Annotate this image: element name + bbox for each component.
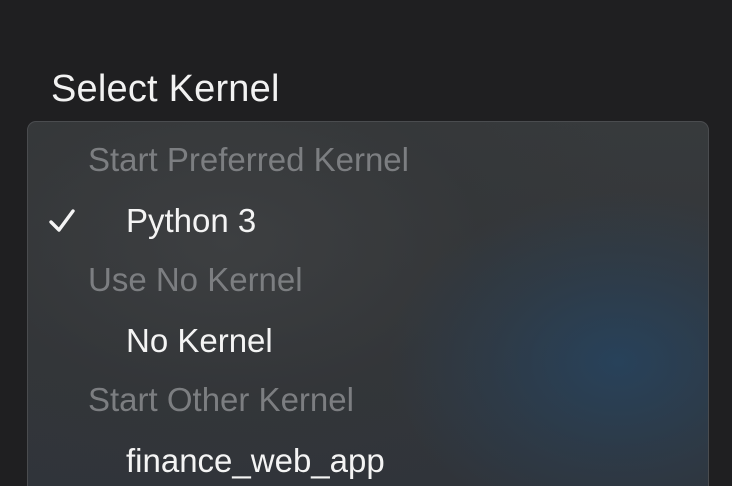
checkmark-icon — [49, 209, 75, 232]
menu-item-label: No Kernel — [126, 322, 273, 359]
section-header-start-other-kernel: Start Other Kernel — [88, 381, 354, 418]
dialog-title: Select Kernel — [51, 68, 280, 110]
menu-item-no-kernel[interactable]: No Kernel — [28, 311, 708, 371]
menu-item-label: finance_web_app — [126, 442, 385, 479]
section-header-start-preferred-kernel: Start Preferred Kernel — [88, 141, 409, 178]
kernel-menu: Start Preferred Kernel Python 3 Use No K… — [27, 121, 709, 486]
kernel-selector-dialog: Select Kernel Start Preferred Kernel Pyt… — [0, 0, 732, 486]
menu-item-finance-web-app[interactable]: finance_web_app — [28, 431, 708, 486]
section-header-use-no-kernel: Use No Kernel — [88, 261, 303, 298]
menu-item-python-3[interactable]: Python 3 — [28, 191, 708, 251]
menu-item-label: Python 3 — [126, 202, 257, 239]
